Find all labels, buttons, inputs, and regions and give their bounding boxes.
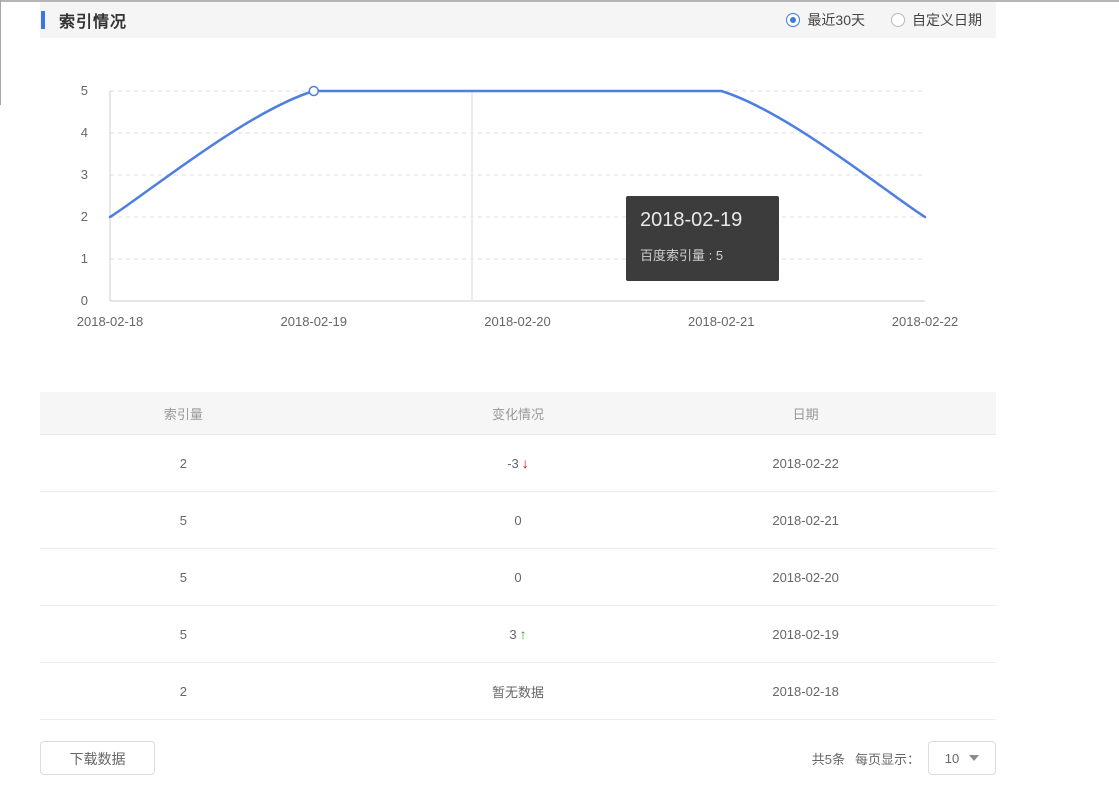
arrow-up-icon: ↑	[519, 626, 527, 642]
x-axis-label: 2018-02-18	[77, 314, 144, 329]
change-value: -3	[507, 456, 519, 471]
panel-header: 索引情况 最近30天 自定义日期	[40, 2, 996, 38]
column-header-change: 变化情况	[326, 392, 710, 435]
change-cell: 暂无数据	[326, 662, 710, 720]
index-value-cell: 5	[40, 491, 327, 549]
date-cell: 2018-02-20	[709, 548, 996, 606]
date-cell: 2018-02-22	[709, 434, 996, 492]
tooltip-date: 2018-02-19	[640, 209, 743, 231]
date-range-options: 最近30天 自定义日期	[760, 10, 996, 30]
column-header-date: 日期	[709, 392, 996, 435]
change-cell: 0	[326, 491, 710, 549]
pagination-controls: 共5条 每页显示： 10	[812, 741, 996, 775]
change-cell: -3 ↓	[326, 434, 710, 492]
table-row: 5 3 ↑ 2018-02-19	[40, 605, 996, 663]
change-cell: 3 ↑	[326, 605, 710, 663]
y-tick-label: 5	[81, 83, 88, 98]
title-accent-bar	[41, 11, 45, 29]
x-axis-label: 2018-02-19	[281, 314, 348, 329]
change-value: 0	[514, 512, 522, 528]
x-axis-label: 2018-02-21	[688, 314, 755, 329]
y-tick-label: 0	[81, 293, 88, 308]
change-value: 0	[514, 569, 522, 585]
left-edge-divider	[0, 0, 1, 105]
page-title: 索引情况	[59, 14, 128, 31]
table-row: 2 暂无数据 2018-02-18	[40, 662, 996, 720]
index-status-page: 索引情况 最近30天 自定义日期 0 1 2 3 4 5 2018-02-18 2018-02…	[0, 0, 1119, 787]
download-data-button[interactable]: 下载数据	[40, 741, 155, 775]
table-row: 5 0 2018-02-21	[40, 491, 996, 549]
total-count-label: 共5条	[811, 751, 845, 767]
radio-icon[interactable]	[891, 13, 905, 27]
table-header-row: 索引量 变化情况 日期	[40, 392, 996, 435]
series-line	[108, 89, 927, 219]
radio-custom-date[interactable]: 自定义日期	[891, 10, 982, 30]
page-size-value[interactable]: 10	[945, 751, 959, 766]
index-value-cell: 5	[40, 605, 327, 663]
radio-icon[interactable]	[786, 13, 801, 27]
index-data-table: 索引量 变化情况 日期 2 -3 ↓ 2018-02-22 5 0 2018-02…	[40, 392, 996, 720]
change-cell: 0	[326, 548, 710, 606]
table-row: 5 0 2018-02-20	[40, 548, 996, 606]
y-tick-label: 3	[81, 167, 88, 182]
page-size-dropdown[interactable]: 10	[928, 741, 996, 775]
arrow-down-icon: ↓	[521, 455, 529, 471]
radio-last-30-days[interactable]: 最近30天	[786, 10, 865, 30]
tooltip-value: 百度索引量 : 5	[640, 248, 724, 263]
panel-content: 索引情况 最近30天 自定义日期 0 1 2 3 4 5 2018-02-18 2018-02…	[40, 2, 996, 775]
radio-label[interactable]: 自定义日期	[912, 10, 982, 30]
table-row: 2 -3 ↓ 2018-02-22	[40, 434, 996, 492]
date-cell: 2018-02-21	[709, 491, 996, 549]
chevron-down-icon	[969, 755, 980, 761]
radio-label[interactable]: 最近30天	[807, 10, 865, 30]
x-axis-label: 2018-02-22	[892, 314, 959, 329]
hover-point-marker	[308, 85, 319, 97]
y-tick-label: 2	[81, 209, 88, 224]
y-tick-label: 4	[81, 125, 88, 140]
y-tick-label: 1	[81, 251, 88, 266]
column-header-index: 索引量	[40, 392, 327, 435]
panel-header-left: 索引情况	[40, 8, 127, 32]
change-value: 3	[509, 627, 517, 642]
table-footer: 下载数据 共5条 每页显示： 10	[40, 741, 996, 775]
index-line-chart-canvas[interactable]: 0 1 2 3 4 5 2018-02-18 2018-02-19 2018-02-20 2018…	[40, 60, 996, 360]
per-page-label: 每页显示：	[854, 751, 920, 767]
date-cell: 2018-02-19	[709, 605, 996, 663]
index-value-cell: 2	[40, 662, 327, 720]
index-value-cell: 5	[40, 548, 327, 606]
x-axis-label: 2018-02-20	[484, 314, 551, 329]
change-value: 暂无数据	[491, 684, 544, 700]
date-cell: 2018-02-18	[709, 662, 996, 720]
index-value-cell: 2	[40, 434, 327, 492]
index-trend-chart: 0 1 2 3 4 5 2018-02-18 2018-02-19 2018-02-20 2018…	[40, 60, 996, 360]
chart-tooltip: 2018-02-19 百度索引量 : 5	[626, 196, 779, 281]
